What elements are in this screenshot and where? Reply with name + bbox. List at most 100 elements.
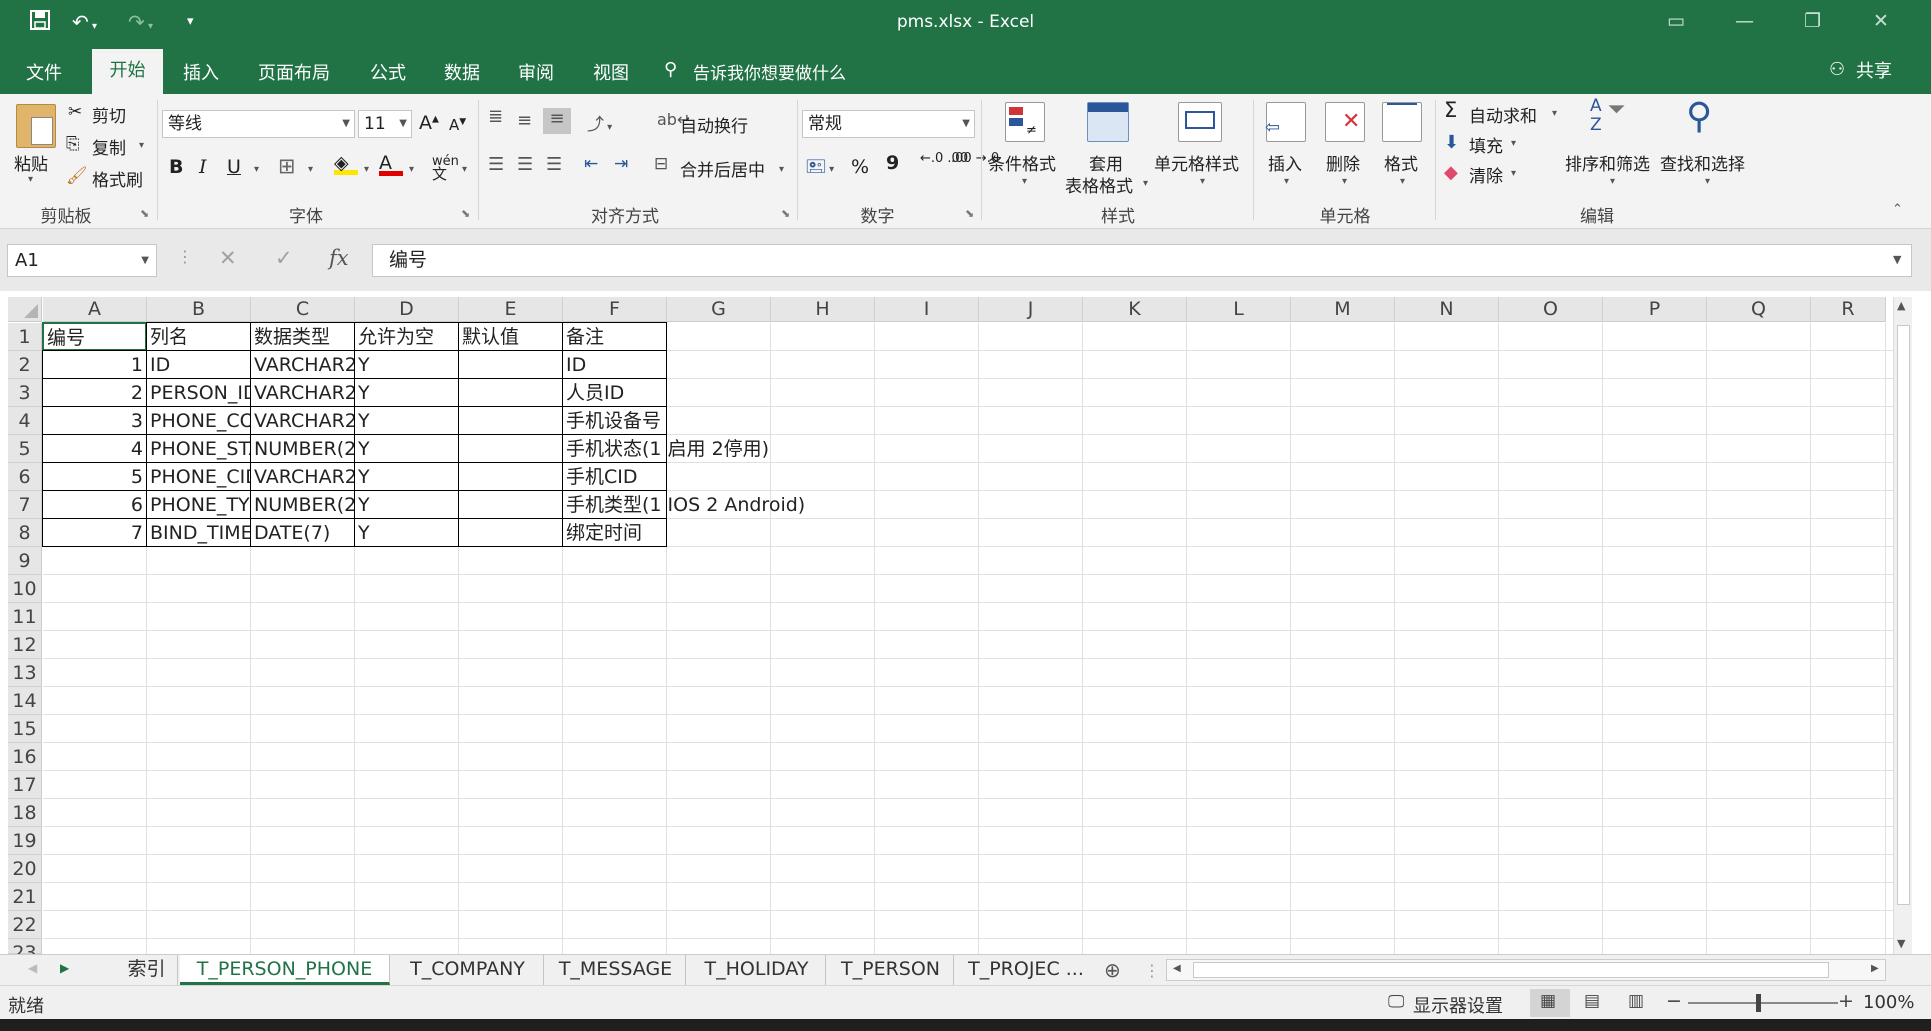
column-header-k[interactable]: K [1083, 297, 1187, 322]
alignment-launcher-icon[interactable]: ⬊ [781, 207, 790, 220]
number-launcher-icon[interactable]: ⬊ [965, 207, 974, 220]
cell-styles-dropdown-icon[interactable]: ▾ [1200, 176, 1205, 187]
cell-no[interactable]: 2 [42, 378, 147, 407]
tab-home[interactable]: 开始 [92, 49, 163, 94]
scissors-icon[interactable]: ✂ [68, 102, 82, 122]
merge-center-icon[interactable]: ⊟ [654, 154, 668, 174]
row-header-23[interactable]: 23 [8, 939, 42, 964]
cell-remark[interactable]: 手机CID [562, 462, 667, 491]
cell-nullable[interactable]: Y [354, 518, 459, 547]
zoom-level[interactable]: 100% [1863, 992, 1914, 1013]
column-header-j[interactable]: J [979, 297, 1083, 322]
align-left-icon[interactable]: ☰ [488, 154, 504, 175]
scroll-up-icon[interactable]: ▲ [1897, 299, 1905, 312]
row-header-20[interactable]: 20 [8, 855, 42, 883]
font-launcher-icon[interactable]: ⬊ [461, 207, 470, 220]
row-header-21[interactable]: 21 [8, 883, 42, 911]
sheet-tab-t-person[interactable]: T_PERSON [828, 955, 954, 985]
insert-dropdown-icon[interactable]: ▾ [1284, 176, 1289, 187]
header-cell-data-type[interactable]: 数据类型 [250, 322, 355, 351]
row-header-14[interactable]: 14 [8, 687, 42, 715]
increase-indent-icon[interactable]: ⇥ [614, 154, 628, 174]
copy-dropdown-icon[interactable]: ▾ [139, 140, 144, 151]
zoom-out-icon[interactable]: − [1666, 990, 1682, 1012]
column-header-i[interactable]: I [875, 297, 979, 322]
cell-nullable[interactable]: Y [354, 350, 459, 379]
merge-center-button[interactable]: 合并后居中 [680, 156, 765, 181]
row-header-1[interactable]: 1 [8, 323, 42, 351]
cell-no[interactable]: 7 [42, 518, 147, 547]
page-break-preview-icon[interactable]: ▥ [1628, 991, 1644, 1011]
cell-column-name[interactable]: PERSON_ID [146, 378, 251, 407]
row-header-11[interactable]: 11 [8, 603, 42, 631]
header-cell-nullable[interactable]: 允许为空 [354, 322, 459, 351]
row-header-15[interactable]: 15 [8, 715, 42, 743]
cell-column-name[interactable]: PHONE_STATUS [146, 434, 251, 463]
header-cell-no[interactable]: 编号 [42, 322, 147, 351]
paste-icon[interactable] [16, 104, 56, 148]
column-header-f[interactable]: F [563, 297, 667, 322]
share-button[interactable]: 共享 [1856, 57, 1892, 83]
row-header-5[interactable]: 5 [8, 435, 42, 463]
row-header-2[interactable]: 2 [8, 351, 42, 379]
borders-icon[interactable]: ⊞ [278, 154, 296, 178]
column-header-r[interactable]: R [1811, 297, 1886, 322]
cut-button[interactable]: 剪切 [92, 102, 126, 127]
cell-default[interactable] [458, 518, 563, 547]
row-header-7[interactable]: 7 [8, 491, 42, 519]
format-cells-button[interactable]: 格式 [1384, 150, 1418, 175]
sheet-tab-t-message[interactable]: T_MESSAGE [546, 955, 686, 985]
comma-style-button[interactable]: 9 [886, 152, 899, 174]
cell-remark[interactable]: 手机类型(1 IOS 2 Android) [562, 490, 805, 519]
insert-cells-icon[interactable]: ⇦ [1265, 102, 1306, 142]
merge-dropdown-icon[interactable]: ▾ [779, 164, 784, 175]
orientation-icon[interactable]: ⤴ ▾ [587, 110, 612, 135]
cell-data-type[interactable]: NUMBER(2) [250, 434, 355, 463]
format-as-table-icon[interactable] [1087, 102, 1129, 142]
scroll-tabs-right-icon[interactable]: ▶ [60, 961, 69, 975]
tab-insert[interactable]: 插入 [183, 59, 219, 85]
zoom-in-icon[interactable]: + [1838, 990, 1854, 1012]
column-header-o[interactable]: O [1499, 297, 1603, 322]
cell-remark[interactable]: 绑定时间 [562, 518, 667, 547]
paste-dropdown-icon[interactable]: ▾ [28, 174, 33, 185]
scroll-left-icon[interactable]: ◀ [1173, 963, 1181, 974]
number-format-select[interactable]: 常规 ▼ [802, 110, 975, 138]
sheet-tab-t-company[interactable]: T_COMPANY [392, 955, 544, 985]
cell-no[interactable]: 5 [42, 462, 147, 491]
expand-formula-bar-icon[interactable]: ▼ [1893, 253, 1901, 266]
zoom-slider-thumb[interactable] [1756, 994, 1761, 1012]
cell-column-name[interactable]: PHONE_TYPE [146, 490, 251, 519]
tab-page-layout[interactable]: 页面布局 [258, 59, 330, 85]
scroll-down-icon[interactable]: ▼ [1897, 937, 1905, 950]
zoom-slider[interactable] [1688, 1002, 1838, 1004]
fill-button[interactable]: 填充 [1469, 132, 1503, 157]
tab-formulas[interactable]: 公式 [370, 59, 406, 85]
paste-button[interactable]: 粘贴 [14, 150, 48, 175]
format-as-table-button[interactable]: 表格格式 [1065, 172, 1133, 197]
clear-button[interactable]: 清除 [1469, 162, 1503, 187]
font-family-select[interactable]: 等线 ▼ [162, 110, 355, 138]
conditional-formatting-icon[interactable]: ≠ [1005, 102, 1045, 142]
decrease-decimal-button[interactable]: .00 →.0 [951, 152, 999, 166]
cell-default[interactable] [458, 350, 563, 379]
cell-column-name[interactable]: PHONE_CODE [146, 406, 251, 435]
column-header-b[interactable]: B [147, 297, 251, 322]
tab-file[interactable]: 文件 [26, 59, 62, 85]
cell-default[interactable] [458, 462, 563, 491]
cell-default[interactable] [458, 490, 563, 519]
shrink-font-icon[interactable]: A▼ [449, 116, 466, 134]
cell-no[interactable]: 3 [42, 406, 147, 435]
worksheet-grid[interactable]: ABCDEFGHIJKLMNOPQR 1 2 3 4 5 6 7 8 9 10 11 12 13 14 15… [0, 291, 1931, 967]
fill-dropdown-icon[interactable]: ▾ [1511, 138, 1516, 149]
cell-data-type[interactable]: VARCHAR2( [250, 350, 355, 379]
cell-nullable[interactable]: Y [354, 406, 459, 435]
tab-data[interactable]: 数据 [444, 59, 480, 85]
borders-dropdown-icon[interactable]: ▾ [308, 164, 313, 175]
ribbon-display-options-icon[interactable]: ▭ [1667, 10, 1685, 32]
header-cell-column-name[interactable]: 列名 [146, 322, 251, 351]
font-color-dropdown-icon[interactable]: ▾ [409, 164, 414, 175]
format-cells-icon[interactable] [1382, 102, 1422, 142]
align-center-icon[interactable]: ☰ [517, 154, 533, 175]
cell-column-name[interactable]: BIND_TIME [146, 518, 251, 547]
